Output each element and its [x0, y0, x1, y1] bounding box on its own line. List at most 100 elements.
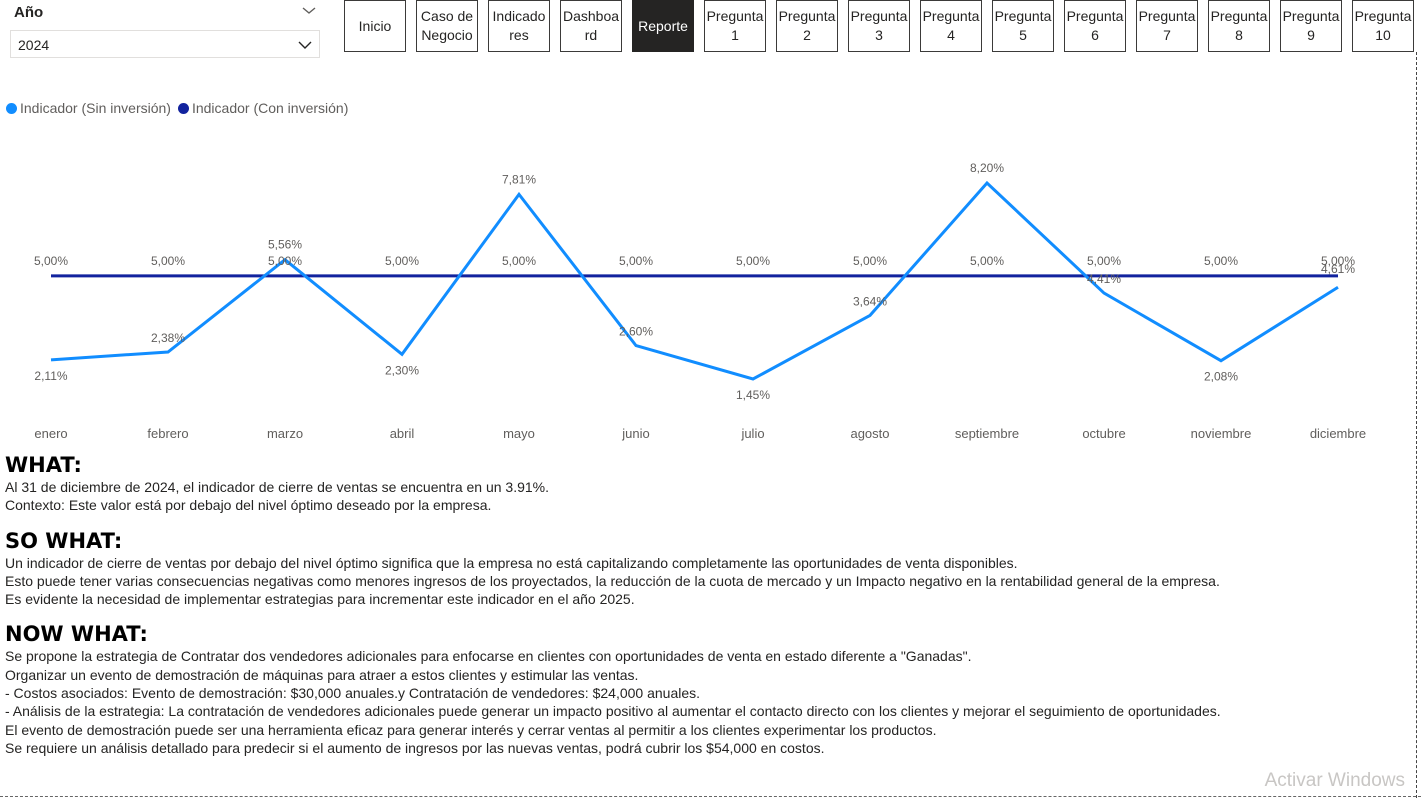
legend-item-sin-inversion[interactable]: Indicador (Sin inversión) [6, 100, 171, 116]
nav-button-pregunta-8[interactable]: Pregunta 8 [1208, 0, 1270, 52]
legend-item-con-inversion[interactable]: Indicador (Con inversión) [177, 100, 349, 116]
report-line: - Análisis de la estrategia: La contrata… [5, 703, 1221, 720]
nav-button-pregunta-7[interactable]: Pregunta 7 [1136, 0, 1198, 52]
data-point-sin-inversion[interactable] [867, 312, 873, 318]
legend-dot-con-inversion [177, 102, 189, 114]
windows-activation-watermark: Activar Windows [1264, 770, 1405, 791]
data-label-sin-inversion: 4,61% [1321, 262, 1355, 276]
data-label-sin-inversion: 8,20% [970, 161, 1004, 175]
data-label-con-inversion: 5,00% [736, 254, 770, 268]
data-point-sin-inversion[interactable] [516, 191, 522, 197]
report-line: Organizar un evento de demostración de m… [5, 666, 639, 683]
data-point-con-inversion[interactable] [633, 273, 639, 279]
data-label-sin-inversion: 4,41% [1087, 272, 1121, 286]
data-label-con-inversion: 5,00% [34, 254, 68, 268]
nav-button-pregunta-3[interactable]: Pregunta 3 [848, 0, 910, 52]
data-point-con-inversion[interactable] [750, 273, 756, 279]
report-line: Contexto: Este valor está por debajo del… [5, 497, 492, 514]
slicer-title: Año [14, 4, 44, 21]
data-point-sin-inversion[interactable] [633, 343, 639, 349]
data-point-con-inversion[interactable] [984, 273, 990, 279]
x-axis-tick-label: noviembre [1191, 426, 1252, 441]
data-point-sin-inversion[interactable] [399, 351, 405, 357]
x-axis-tick-label: junio [621, 426, 649, 441]
page-navigation: Inicio Caso de Negocio Indicado res Dashboa… [344, 0, 1421, 52]
x-axis-tick-label: febrero [147, 426, 188, 441]
report-line: Es evidente la necesidad de implementar … [5, 591, 635, 608]
data-label-con-inversion: 5,00% [151, 254, 185, 268]
nav-button-pregunta-9[interactable]: Pregunta 9 [1280, 0, 1342, 52]
now-what-heading: NOW WHAT: [5, 622, 148, 647]
data-label-con-inversion: 5,00% [853, 254, 887, 268]
what-heading: WHAT: [5, 453, 82, 477]
legend-label-con-inversion: Indicador (Con inversión) [191, 100, 349, 116]
nav-button-reporte[interactable]: Reporte [632, 0, 694, 52]
data-label-sin-inversion: 2,11% [34, 369, 67, 383]
data-point-con-inversion[interactable] [399, 273, 405, 279]
data-point-sin-inversion[interactable] [984, 180, 990, 186]
data-point-sin-inversion[interactable] [750, 376, 756, 382]
data-label-sin-inversion: 7,81% [502, 172, 536, 186]
data-point-con-inversion[interactable] [1218, 273, 1224, 279]
data-point-con-inversion[interactable] [48, 273, 54, 279]
data-label-sin-inversion: 2,08% [1204, 370, 1238, 384]
data-point-con-inversion[interactable] [165, 273, 171, 279]
x-axis-tick-label: diciembre [1310, 426, 1366, 441]
data-label-sin-inversion: 5,56% [268, 238, 302, 252]
data-label-con-inversion: 5,00% [385, 254, 419, 268]
legend-label-sin-inversion: Indicador (Sin inversión) [20, 100, 171, 116]
data-point-con-inversion[interactable] [516, 273, 522, 279]
report-text: WHAT: Al 31 de diciembre de 2024, el ind… [5, 452, 1405, 757]
report-line: Se requiere un análisis detallado para p… [5, 739, 825, 756]
report-line: Se propone la estrategia de Contratar do… [5, 648, 972, 665]
data-point-con-inversion[interactable] [867, 273, 873, 279]
data-label-sin-inversion: 2,60% [619, 325, 653, 339]
x-axis-tick-label: agosto [850, 426, 889, 441]
report-line: Al 31 de diciembre de 2024, el indicador… [5, 479, 550, 495]
chevron-up-icon[interactable] [300, 2, 318, 20]
data-label-con-inversion: 5,00% [970, 254, 1004, 268]
canvas-edge-right [1416, 52, 1418, 798]
data-point-sin-inversion[interactable] [1218, 358, 1224, 364]
x-axis-tick-label: enero [34, 426, 67, 441]
x-axis-tick-label: octubre [1082, 426, 1125, 441]
nav-button-inicio[interactable]: Inicio [344, 0, 406, 52]
data-label-sin-inversion: 2,38% [151, 331, 185, 345]
nav-button-pregunta-2[interactable]: Pregunta 2 [776, 0, 838, 52]
x-axis-tick-label: julio [740, 426, 764, 441]
x-axis-tick-label: marzo [267, 426, 303, 441]
x-axis-tick-label: abril [390, 426, 415, 441]
data-point-sin-inversion[interactable] [1101, 290, 1107, 296]
nav-button-pregunta-5[interactable]: Pregunta 5 [992, 0, 1054, 52]
chevron-down-icon [298, 41, 312, 49]
line-chart: 5,00% 5,00% 5,00% 5,00% 5,00% 5,00% 5,00% 5,00%… [34, 161, 1366, 441]
canvas-edge-bottom [0, 796, 1421, 797]
chart-legend: Indicador (Sin inversión) Indicador (Con… [6, 100, 355, 116]
series-line-sin-inversion[interactable] [50, 180, 1339, 381]
now-what-body: Se propone la estrategia de Contratar do… [5, 647, 1405, 757]
nav-button-caso-de-negocio[interactable]: Caso de Negocio [416, 0, 478, 52]
year-dropdown[interactable]: 2024 [10, 30, 320, 58]
data-point-sin-inversion[interactable] [1335, 284, 1341, 290]
nav-button-pregunta-1[interactable]: Pregunta 1 [704, 0, 766, 52]
legend-dot-sin-inversion [6, 102, 17, 114]
data-label-con-inversion: 5,00% [502, 254, 536, 268]
data-point-sin-inversion[interactable] [48, 357, 54, 363]
nav-button-pregunta-6[interactable]: Pregunta 6 [1064, 0, 1126, 52]
report-line: Un indicador de cierre de ventas por deb… [5, 554, 1018, 571]
report-line: El evento de demostración puede ser una … [5, 721, 937, 738]
data-label-con-inversion: 5,00% [1087, 254, 1121, 268]
nav-button-pregunta-10[interactable]: Pregunta 10 [1352, 0, 1414, 52]
report-line: Esto puede tener varias consecuencias ne… [5, 572, 1220, 589]
nav-button-pregunta-4[interactable]: Pregunta 4 [920, 0, 982, 52]
report-line: - Costos asociados: Evento de demostraci… [5, 685, 701, 702]
nav-button-indicado-res[interactable]: Indicado res [488, 0, 550, 52]
so-what-heading: SO WHAT: [5, 528, 123, 553]
data-point-con-inversion[interactable] [282, 273, 288, 279]
data-point-sin-inversion[interactable] [165, 349, 171, 355]
data-label-sin-inversion: 2,30% [385, 363, 419, 377]
year-slicer: Año 2024 [8, 0, 322, 60]
data-label-con-inversion: 5,00% [619, 254, 653, 268]
nav-button-dashboa-rd[interactable]: Dashboa rd [560, 0, 622, 52]
x-axis-tick-label: septiembre [955, 426, 1019, 441]
